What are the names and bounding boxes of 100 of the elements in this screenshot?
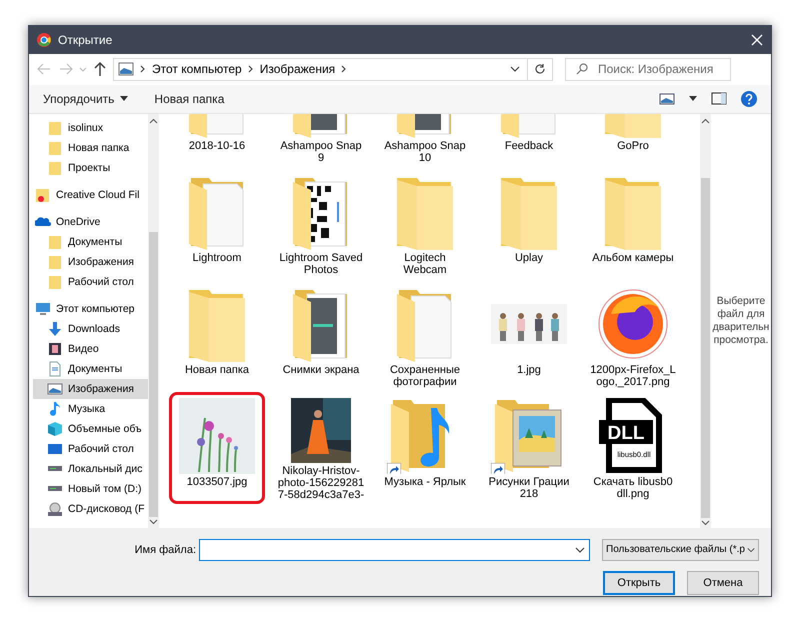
file-name: Feedback bbox=[504, 140, 554, 152]
nav-item[interactable]: Изображения bbox=[33, 252, 148, 272]
new-folder-button[interactable]: Новая папка bbox=[154, 92, 224, 106]
organize-button[interactable]: Упорядочить bbox=[43, 92, 128, 106]
folder-icon bbox=[47, 120, 63, 136]
nav-item[interactable]: Проекты bbox=[33, 158, 148, 178]
file-tile[interactable]: 2018-10-16 bbox=[169, 114, 265, 168]
cancel-button[interactable]: Отмена bbox=[687, 570, 759, 595]
file-name: Ashampoo Snap 10 bbox=[384, 140, 466, 164]
file-name: Скачать libusb0 dll.png bbox=[593, 476, 673, 500]
pictures-icon bbox=[47, 380, 63, 397]
file-tile[interactable]: Feedback bbox=[481, 114, 577, 168]
file-name-label: Имя файла: bbox=[134, 544, 196, 556]
shortcut-arrow-icon bbox=[491, 463, 505, 474]
chevron-icon bbox=[140, 65, 146, 74]
close-icon[interactable] bbox=[751, 34, 763, 46]
scrollbar[interactable] bbox=[700, 114, 711, 528]
nav-item[interactable]: Downloads bbox=[33, 318, 148, 339]
file-tile[interactable]: 1033507.jpg bbox=[169, 392, 265, 504]
file-tile[interactable]: Logitech Webcam bbox=[377, 168, 473, 280]
disc-drive-icon bbox=[47, 500, 63, 517]
scroll-down-icon[interactable] bbox=[701, 518, 710, 528]
refresh-icon bbox=[534, 63, 546, 76]
download-arrow-icon bbox=[47, 320, 63, 337]
file-type-dropdown[interactable]: Пользовательские файлы (*.p bbox=[602, 538, 759, 561]
nav-item[interactable]: Рабочий стол bbox=[33, 438, 148, 459]
search-field[interactable]: Поиск: Изображения bbox=[565, 58, 731, 81]
help-icon[interactable] bbox=[741, 90, 757, 107]
nav-item[interactable]: OneDrive bbox=[33, 212, 148, 232]
nav-item[interactable]: Объемные объ bbox=[33, 418, 148, 439]
file-tile[interactable]: GoPro bbox=[585, 114, 681, 168]
file-tile[interactable]: Ashampoo Snap 9 bbox=[273, 114, 369, 168]
folder-icon bbox=[47, 160, 63, 176]
search-icon bbox=[576, 63, 588, 76]
dropdown-caret-icon bbox=[746, 546, 755, 553]
caret-icon bbox=[120, 96, 128, 102]
document-icon bbox=[47, 360, 63, 377]
file-name-field[interactable] bbox=[199, 538, 590, 561]
nav-item[interactable]: Видео bbox=[33, 338, 148, 359]
file-tile[interactable]: Uplay bbox=[481, 168, 577, 280]
file-name: 1033507.jpg bbox=[186, 476, 248, 488]
file-name: Lightroom bbox=[192, 252, 242, 264]
file-name: Uplay bbox=[514, 252, 544, 264]
file-tile[interactable]: Новая папка bbox=[169, 280, 265, 392]
file-name: GoPro bbox=[617, 140, 649, 152]
nav-item[interactable]: Музыка bbox=[33, 398, 148, 419]
file-tile[interactable]: Рисунки Грации 218 bbox=[481, 392, 577, 504]
file-tile[interactable]: 1200px-Firefox_L ogo,_2017.png bbox=[585, 280, 681, 392]
preview-pane-icon[interactable] bbox=[711, 92, 727, 106]
file-tile[interactable]: Сохраненные фотографии bbox=[377, 280, 473, 392]
file-name: Ashampoo Snap 9 bbox=[280, 140, 362, 164]
folder-icon bbox=[47, 254, 63, 270]
folder-icon bbox=[47, 234, 63, 250]
chevron-icon bbox=[248, 65, 254, 74]
file-tile[interactable]: Ashampoo Snap 10 bbox=[377, 114, 473, 168]
nav-item[interactable]: Документы bbox=[33, 358, 148, 379]
nav-item[interactable]: Изображения bbox=[33, 378, 148, 399]
browser-logo-icon bbox=[37, 33, 51, 48]
nav-item[interactable]: Новый том (D:) bbox=[33, 478, 148, 499]
file-tile[interactable]: 1.jpg bbox=[481, 280, 577, 392]
address-bar[interactable]: Этот компьютер Изображения bbox=[113, 58, 553, 81]
nav-item[interactable]: CD-дисковод (F bbox=[33, 498, 148, 519]
file-name: Logitech Webcam bbox=[403, 252, 447, 276]
nav-item[interactable]: Рабочий стол bbox=[33, 272, 148, 292]
file-tile[interactable]: Lightroom bbox=[169, 168, 265, 280]
computer-icon bbox=[35, 300, 51, 317]
file-name: Новая папка bbox=[184, 364, 250, 376]
dll-text: DLL bbox=[608, 422, 644, 444]
file-tile[interactable]: Альбом камеры bbox=[585, 168, 681, 280]
file-tile[interactable]: Музыка - Ярлык bbox=[377, 392, 473, 504]
drive-icon bbox=[47, 485, 63, 492]
nav-item[interactable]: Новая папка bbox=[33, 138, 148, 158]
file-name: Альбом камеры bbox=[592, 252, 674, 264]
open-button[interactable]: Открыть bbox=[603, 570, 675, 595]
nav-item[interactable]: isolinux bbox=[33, 118, 148, 138]
shortcut-arrow-icon bbox=[387, 463, 401, 474]
drive-icon bbox=[47, 465, 63, 472]
file-name: Lightroom Saved Photos bbox=[279, 252, 363, 276]
dropdown-caret-icon[interactable] bbox=[509, 65, 521, 74]
window-title: Открытие bbox=[58, 33, 114, 48]
caret-icon[interactable] bbox=[689, 96, 697, 102]
nav-item[interactable]: Этот компьютер bbox=[33, 298, 148, 319]
nav-item[interactable]: Creative Cloud Fil bbox=[33, 184, 148, 205]
film-icon bbox=[47, 340, 63, 357]
file-name: Снимки экрана bbox=[282, 364, 360, 376]
folder-icon bbox=[47, 140, 63, 156]
file-tile[interactable]: Снимки экрана bbox=[273, 280, 369, 392]
file-tile[interactable]: Lightroom Saved Photos bbox=[273, 168, 369, 280]
nav-item[interactable]: Локальный дис bbox=[33, 458, 148, 479]
nav-item[interactable]: Документы bbox=[33, 232, 148, 252]
music-note-icon bbox=[47, 400, 63, 417]
preview-hint: Выберите файл для дварительн просмотра. bbox=[712, 294, 770, 347]
scroll-down-icon[interactable] bbox=[149, 516, 158, 527]
breadcrumb[interactable]: Этот компьютер bbox=[152, 62, 242, 76]
breadcrumb[interactable]: Изображения bbox=[260, 62, 336, 76]
pictures-icon bbox=[118, 62, 134, 76]
view-icon[interactable] bbox=[659, 92, 675, 105]
file-tile[interactable]: Nikolay-Hristov- photo-156229281 7-58d294c3a7e3- bbox=[273, 392, 369, 504]
file-name: 1.jpg bbox=[517, 364, 541, 376]
scrollbar[interactable] bbox=[148, 114, 159, 528]
